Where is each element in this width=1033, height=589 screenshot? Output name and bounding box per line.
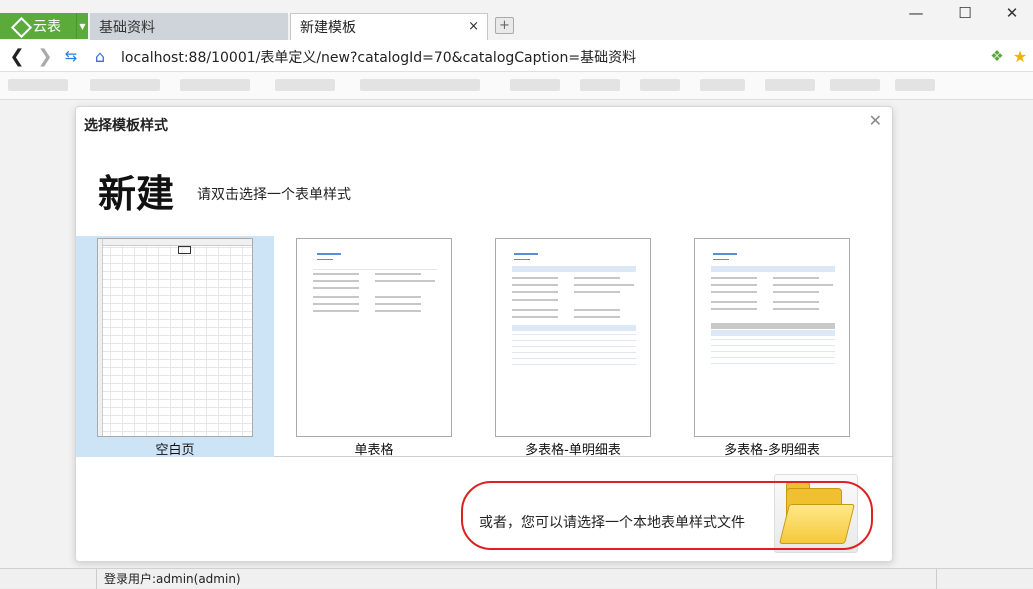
instruction-text: 请双击选择一个表单样式 bbox=[197, 187, 351, 203]
yunbiao-logo-icon bbox=[12, 18, 28, 34]
browser-titlebar: 云表 ▼ 基础资料 新建模板 × + — ☐ ✕ bbox=[0, 0, 1033, 40]
template-thumbnail bbox=[97, 238, 253, 437]
highlight-annotation bbox=[461, 481, 873, 550]
app-label: 云表 bbox=[33, 19, 61, 35]
forward-icon[interactable]: ❯ bbox=[35, 45, 55, 67]
url-field[interactable]: localhost:88/10001/表单定义/new?catalogId=70… bbox=[121, 47, 636, 67]
address-bar: ❮ ❯ ⇆ ⌂ localhost:88/10001/表单定义/new?cata… bbox=[0, 40, 1033, 72]
toolbar-strip bbox=[0, 72, 1033, 100]
minimize-icon[interactable]: — bbox=[906, 3, 926, 23]
template-label: 单表格 bbox=[354, 443, 394, 458]
tab-label: 新建模板 bbox=[300, 20, 356, 36]
template-multi-multi-detail[interactable]: 多表格-多明细表 bbox=[673, 236, 871, 458]
dialog-title: 选择模板样式 bbox=[84, 118, 168, 134]
template-list: 空白页 单表格 多表格-单明细表 多表格-多明细表 bbox=[76, 236, 894, 458]
back-icon[interactable]: ❮ bbox=[7, 45, 27, 67]
template-thumbnail bbox=[495, 238, 651, 437]
maximize-icon[interactable]: ☐ bbox=[955, 3, 975, 23]
tab-new-template[interactable]: 新建模板 × bbox=[290, 13, 488, 40]
template-label: 多表格-单明细表 bbox=[525, 443, 621, 458]
close-tab-icon[interactable]: × bbox=[468, 19, 479, 34]
chevron-down-icon[interactable]: ▼ bbox=[76, 13, 88, 39]
template-thumbnail bbox=[694, 238, 850, 437]
app-menu-button[interactable]: 云表 ▼ bbox=[0, 13, 88, 39]
template-thumbnail bbox=[296, 238, 452, 437]
refresh-icon[interactable]: ⇆ bbox=[61, 45, 81, 67]
close-icon[interactable]: ✕ bbox=[869, 111, 882, 130]
page-title: 新建 bbox=[98, 172, 175, 216]
status-bar: 登录用户:admin(admin) bbox=[0, 568, 1033, 589]
tab-label: 基础资料 bbox=[99, 19, 155, 36]
new-tab-button[interactable]: + bbox=[495, 17, 514, 34]
favorite-star-icon[interactable]: ★ bbox=[1010, 45, 1030, 67]
home-icon[interactable]: ⌂ bbox=[90, 45, 110, 67]
template-label: 空白页 bbox=[155, 443, 195, 458]
extension-icon[interactable]: ❖ bbox=[987, 45, 1007, 67]
template-multi-single-detail[interactable]: 多表格-单明细表 bbox=[474, 236, 672, 458]
template-blank[interactable]: 空白页 bbox=[76, 236, 274, 458]
tab-basic-data[interactable]: 基础资料 bbox=[90, 13, 288, 40]
close-window-icon[interactable]: ✕ bbox=[1002, 3, 1022, 23]
template-label: 多表格-多明细表 bbox=[724, 443, 820, 458]
template-single-form[interactable]: 单表格 bbox=[275, 236, 473, 458]
login-user-status: 登录用户:admin(admin) bbox=[97, 569, 937, 589]
